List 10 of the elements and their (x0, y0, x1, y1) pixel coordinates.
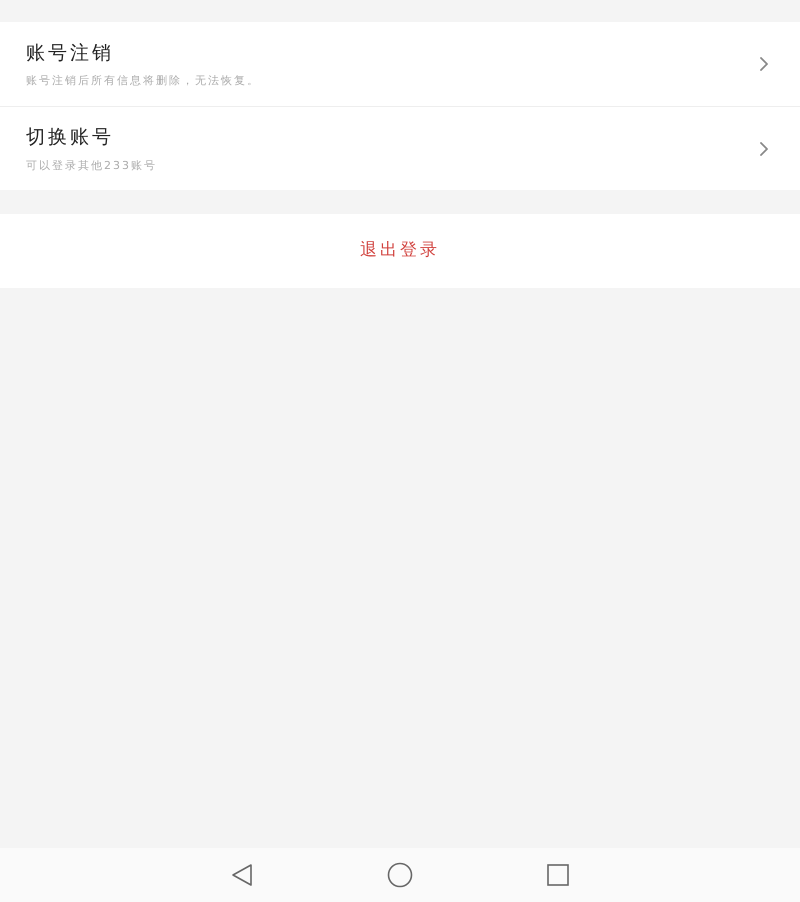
settings-item[interactable]: 账号注销 账号注销后所有信息将删除，无法恢复。 (0, 22, 800, 106)
item-title: 切换账号 (26, 125, 115, 150)
item-subtitle: 账号注销后所有信息将删除，无法恢复。 (26, 73, 260, 89)
settings-item[interactable]: 切换账号 可以登录其他233账号 (0, 106, 800, 190)
item-title: 账号注销 (26, 40, 115, 66)
back-icon[interactable] (231, 863, 253, 887)
item-subtitle: 可以登录其他233账号 (26, 158, 157, 174)
home-icon[interactable] (387, 862, 413, 888)
recents-icon[interactable] (547, 864, 569, 886)
logout-button[interactable]: 退出登录 (360, 238, 440, 264)
